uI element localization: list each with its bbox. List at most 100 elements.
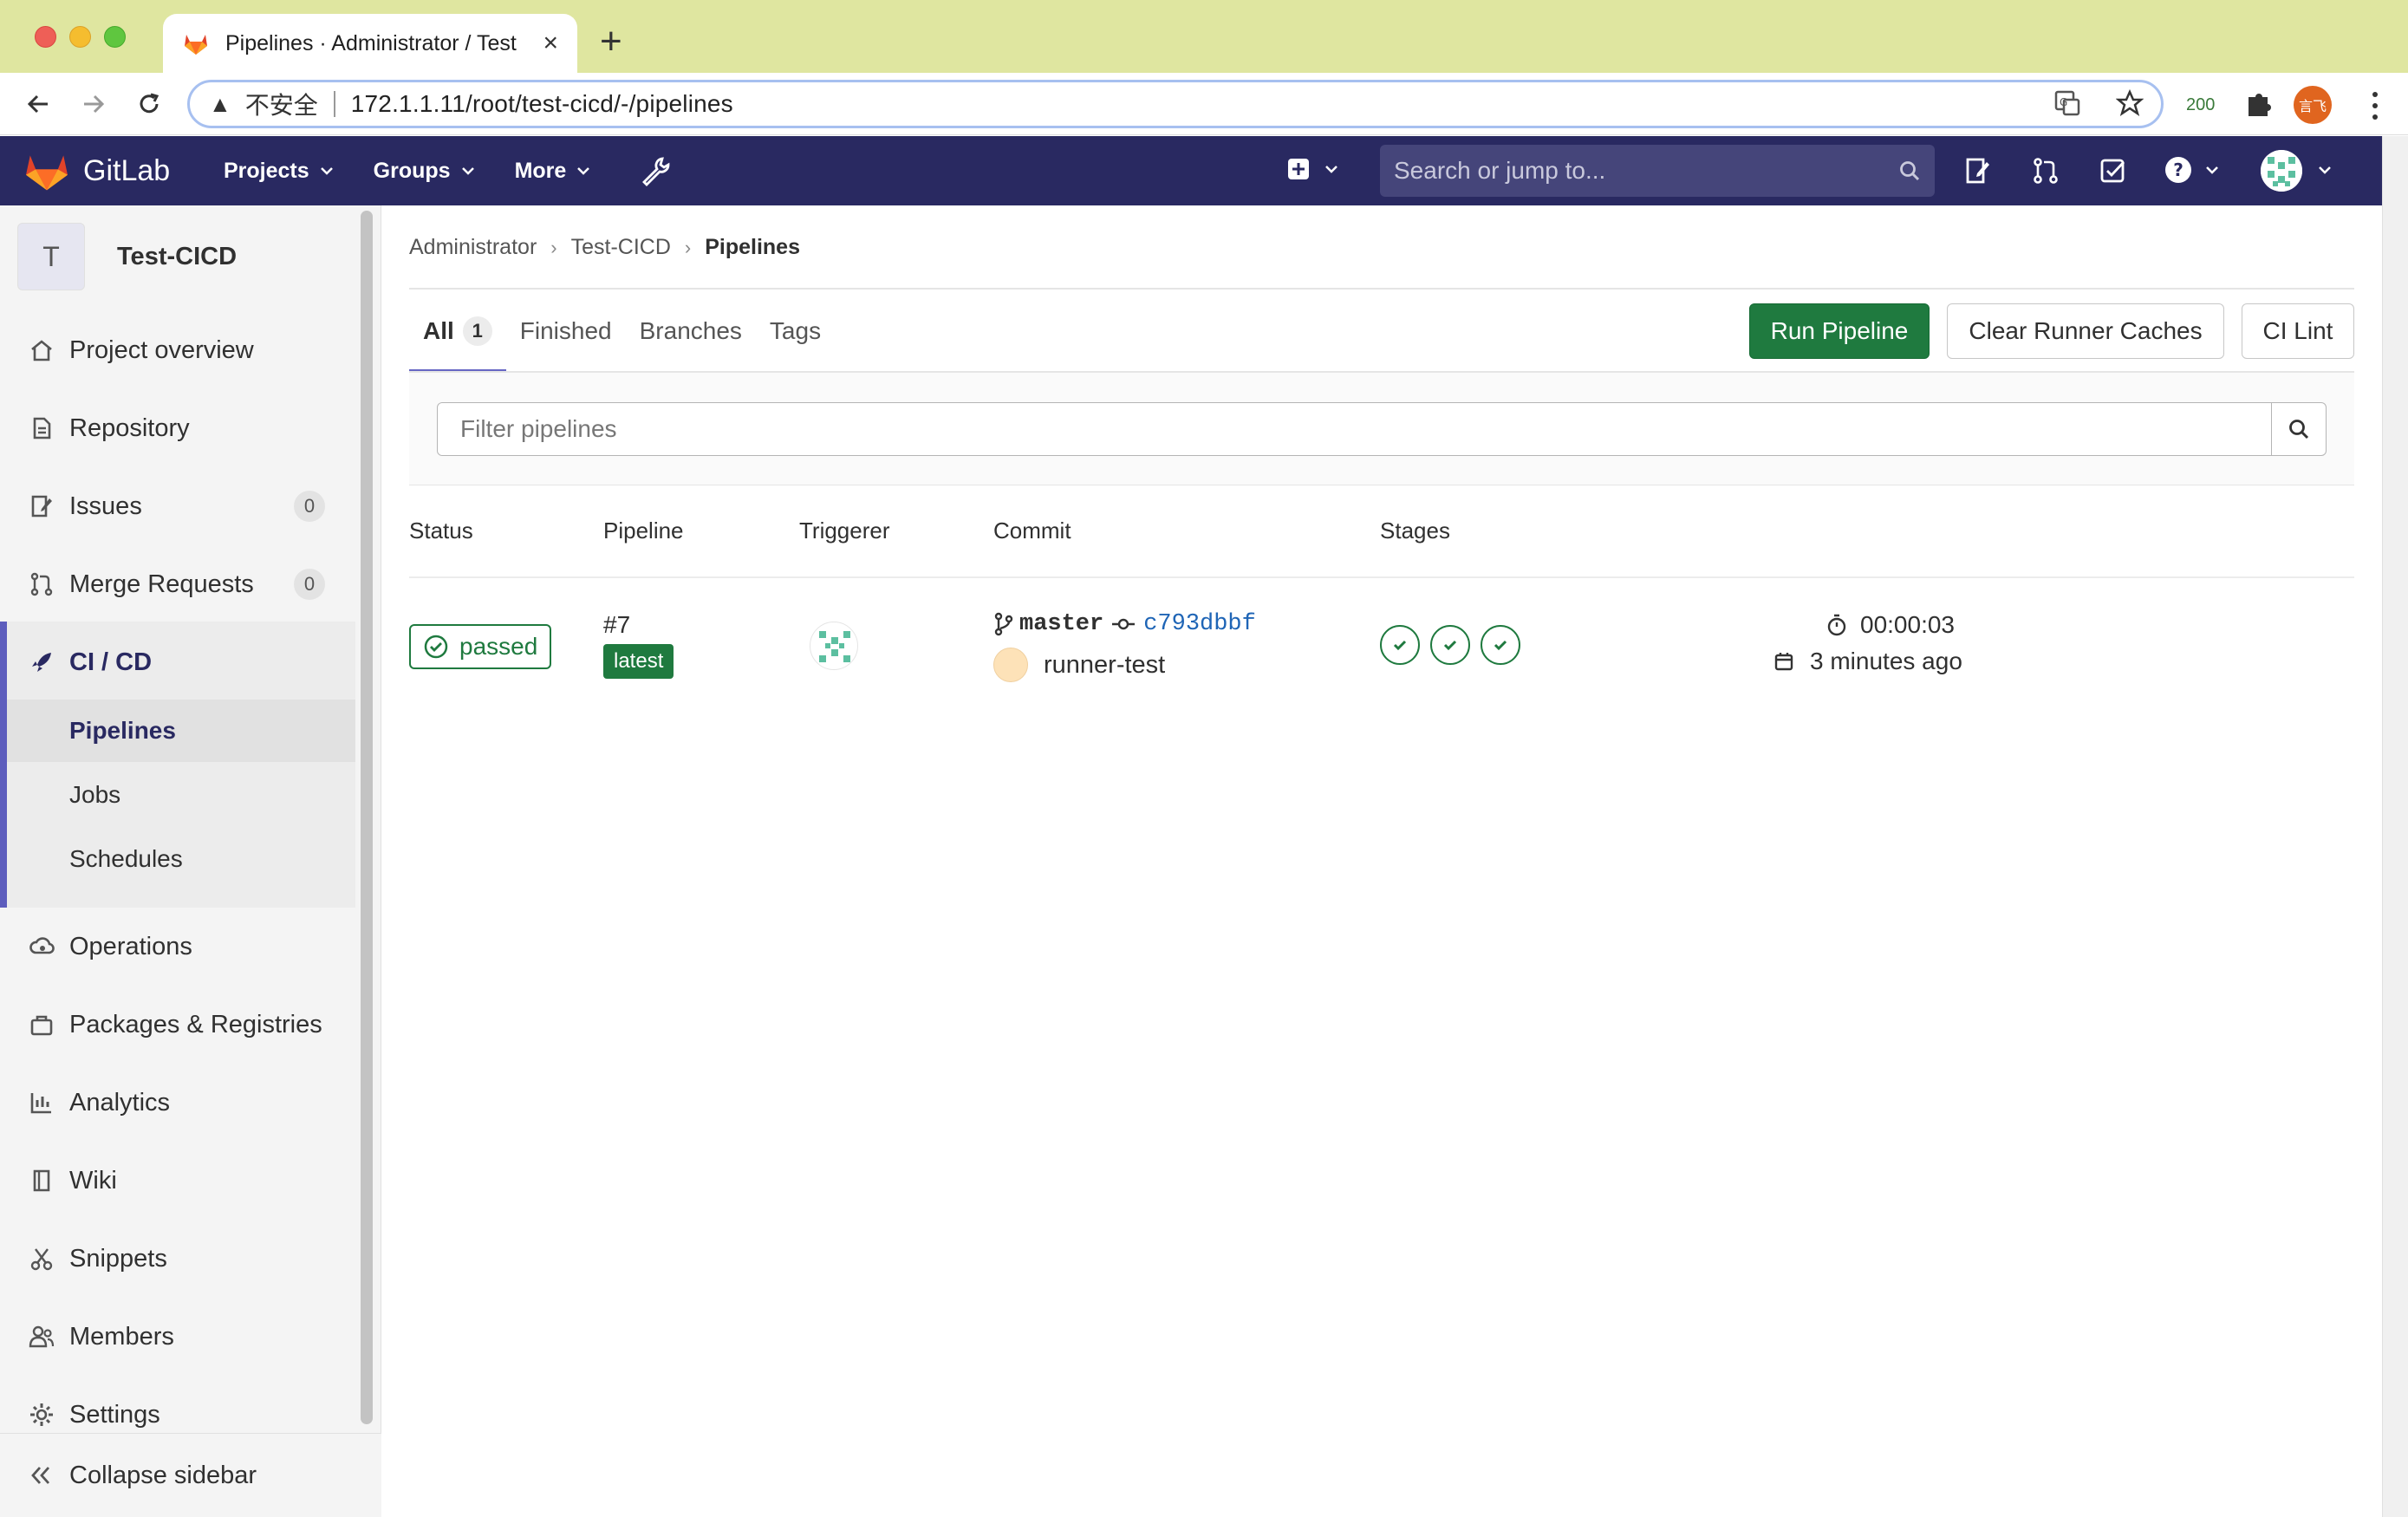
- back-arrow-icon[interactable]: [21, 87, 55, 121]
- sidebar-item-members[interactable]: Members: [0, 1306, 355, 1367]
- warning-icon: ▲: [209, 90, 231, 117]
- stage-status-button[interactable]: [1481, 625, 1520, 665]
- chevron-down-icon[interactable]: [2318, 166, 2332, 174]
- projects-dropdown[interactable]: Projects: [224, 159, 334, 184]
- browser-menu-icon[interactable]: [2358, 88, 2392, 123]
- user-avatar[interactable]: [2261, 150, 2302, 192]
- help-question-icon: ?: [2165, 157, 2191, 183]
- issues-icon[interactable]: [1962, 155, 1994, 186]
- forward-arrow-icon[interactable]: [76, 87, 111, 121]
- tab-all[interactable]: All 1: [409, 290, 506, 373]
- sidebar-item-repository[interactable]: Repository: [0, 398, 355, 459]
- new-item-dropdown[interactable]: [1286, 157, 1338, 181]
- commit-sha-link[interactable]: c793dbbf: [1143, 611, 1256, 637]
- sidebar-project-header[interactable]: T Test-CICD: [17, 223, 237, 290]
- reload-icon[interactable]: [132, 87, 166, 121]
- stage-status-button[interactable]: [1430, 625, 1470, 665]
- browser-tabstrip: Pipelines · Administrator / Test × +: [0, 0, 2408, 73]
- sidebar-item-ci-cd[interactable]: CI / CD: [0, 632, 355, 693]
- browser-tab-active[interactable]: Pipelines · Administrator / Test ×: [163, 14, 577, 73]
- collapse-sidebar-button[interactable]: Collapse sidebar: [0, 1433, 381, 1517]
- translate-icon[interactable]: G: [2053, 89, 2081, 117]
- home-icon: [28, 336, 55, 364]
- merge-request-icon[interactable]: [2030, 155, 2061, 186]
- sidebar-item-wiki[interactable]: Wiki: [0, 1150, 355, 1211]
- sidebar-item-snippets[interactable]: Snippets: [0, 1228, 355, 1289]
- help-dropdown[interactable]: ?: [2164, 155, 2219, 185]
- sidebar-item-label: Project overview: [69, 335, 254, 364]
- sidebar-item-project-overview[interactable]: Project overview: [0, 320, 355, 381]
- window-close-button[interactable]: [35, 26, 56, 48]
- run-pipeline-button[interactable]: Run Pipeline: [1749, 303, 1930, 359]
- status-badge[interactable]: passed: [409, 624, 551, 669]
- calendar-icon: [1774, 653, 1793, 671]
- new-tab-button[interactable]: +: [600, 23, 622, 61]
- identicon-icon: [2261, 150, 2302, 192]
- window-minimize-button[interactable]: [69, 26, 91, 48]
- sidebar-item-packages-registries[interactable]: Packages & Registries: [0, 994, 355, 1055]
- extensions-puzzle-icon[interactable]: [2242, 87, 2276, 121]
- sidebar-subitem-jobs[interactable]: Jobs: [7, 764, 355, 826]
- sidebar-item-label: Issues: [69, 492, 142, 520]
- sidebar-item-label: Wiki: [69, 1166, 117, 1195]
- search-icon: [2289, 420, 2309, 439]
- filter-pipelines-input[interactable]: Filter pipelines: [437, 402, 2273, 456]
- clear-runner-caches-button[interactable]: Clear Runner Caches: [1947, 303, 2224, 359]
- sidebar-item-label: Operations: [69, 932, 192, 960]
- sidebar-item-label: Snippets: [69, 1244, 167, 1273]
- breadcrumb-project[interactable]: Test-CICD: [571, 235, 671, 260]
- ci-lint-button[interactable]: CI Lint: [2242, 303, 2354, 359]
- browser-toolbar: ▲ 不安全 172.1.1.11/root/test-cicd/-/pipeli…: [0, 73, 2408, 135]
- sidebar-item-label: CI / CD: [69, 648, 153, 676]
- address-bar[interactable]: ▲ 不安全 172.1.1.11/root/test-cicd/-/pipeli…: [187, 80, 2164, 128]
- global-search-input[interactable]: Search or jump to...: [1380, 145, 1935, 197]
- sidebar-item-label: Analytics: [69, 1088, 171, 1117]
- breadcrumb-administrator[interactable]: Administrator: [409, 235, 537, 260]
- admin-wrench-icon[interactable]: [640, 155, 671, 186]
- branch-name-link[interactable]: master: [1019, 611, 1103, 637]
- column-header-triggerer: Triggerer: [799, 518, 890, 544]
- close-tab-icon[interactable]: ×: [543, 30, 558, 56]
- browser-profile-avatar[interactable]: 言飞: [2294, 86, 2332, 124]
- gitlab-home-link[interactable]: GitLab: [24, 150, 170, 192]
- tab-tags[interactable]: Tags: [756, 290, 835, 373]
- package-icon: [28, 1011, 55, 1038]
- tab-finished[interactable]: Finished: [506, 290, 626, 373]
- todo-checklist-icon[interactable]: [2098, 155, 2129, 186]
- filter-search-button[interactable]: [2271, 402, 2327, 456]
- plus-square-icon: [1288, 159, 1309, 179]
- sidebar-item-issues[interactable]: Issues 0: [0, 476, 355, 537]
- extension-badge-count[interactable]: 200: [2186, 95, 2215, 115]
- sidebar-scrollbar[interactable]: [361, 211, 373, 1424]
- gitlab-brand-name: GitLab: [83, 153, 171, 187]
- sidebar-item-analytics[interactable]: Analytics: [0, 1072, 355, 1133]
- check-icon: [1443, 640, 1457, 651]
- svg-text:?: ?: [2173, 160, 2183, 180]
- pipeline-id-link[interactable]: #7: [603, 611, 630, 639]
- chevron-down-icon: [320, 167, 333, 175]
- gitlab-favicon-icon: [185, 35, 207, 55]
- window-zoom-button[interactable]: [104, 26, 126, 48]
- commit-title-link[interactable]: runner-test: [1044, 651, 1165, 680]
- commit-ref-line: master c793dbbf: [993, 611, 1256, 637]
- sidebar-item-operations[interactable]: Operations: [0, 916, 355, 977]
- commit-author-avatar[interactable]: [993, 648, 1028, 682]
- breadcrumb-pipelines[interactable]: Pipelines: [705, 235, 800, 260]
- more-dropdown[interactable]: More: [515, 159, 591, 184]
- sidebar-subitem-pipelines[interactable]: Pipelines: [7, 700, 355, 762]
- stage-status-button[interactable]: [1380, 625, 1420, 665]
- bookmark-star-icon[interactable]: [2116, 89, 2144, 117]
- chevron-down-icon: [1325, 166, 1337, 173]
- url-text[interactable]: 172.1.1.11/root/test-cicd/-/pipelines: [351, 90, 733, 118]
- sidebar-subitem-schedules[interactable]: Schedules: [7, 828, 355, 890]
- tab-branches[interactable]: Branches: [626, 290, 756, 373]
- top-nav-menu: Projects Groups More: [224, 136, 590, 205]
- stages-mini-graph: [1380, 625, 1520, 665]
- triggerer-avatar[interactable]: [810, 622, 858, 670]
- gear-icon: [28, 1401, 55, 1429]
- page-scrollbar-track[interactable]: [2382, 136, 2408, 1517]
- svg-text:G: G: [2060, 96, 2067, 108]
- sidebar-item-label: Settings: [69, 1400, 160, 1429]
- groups-dropdown[interactable]: Groups: [374, 159, 475, 184]
- sidebar-item-merge-requests[interactable]: Merge Requests 0: [0, 554, 355, 615]
